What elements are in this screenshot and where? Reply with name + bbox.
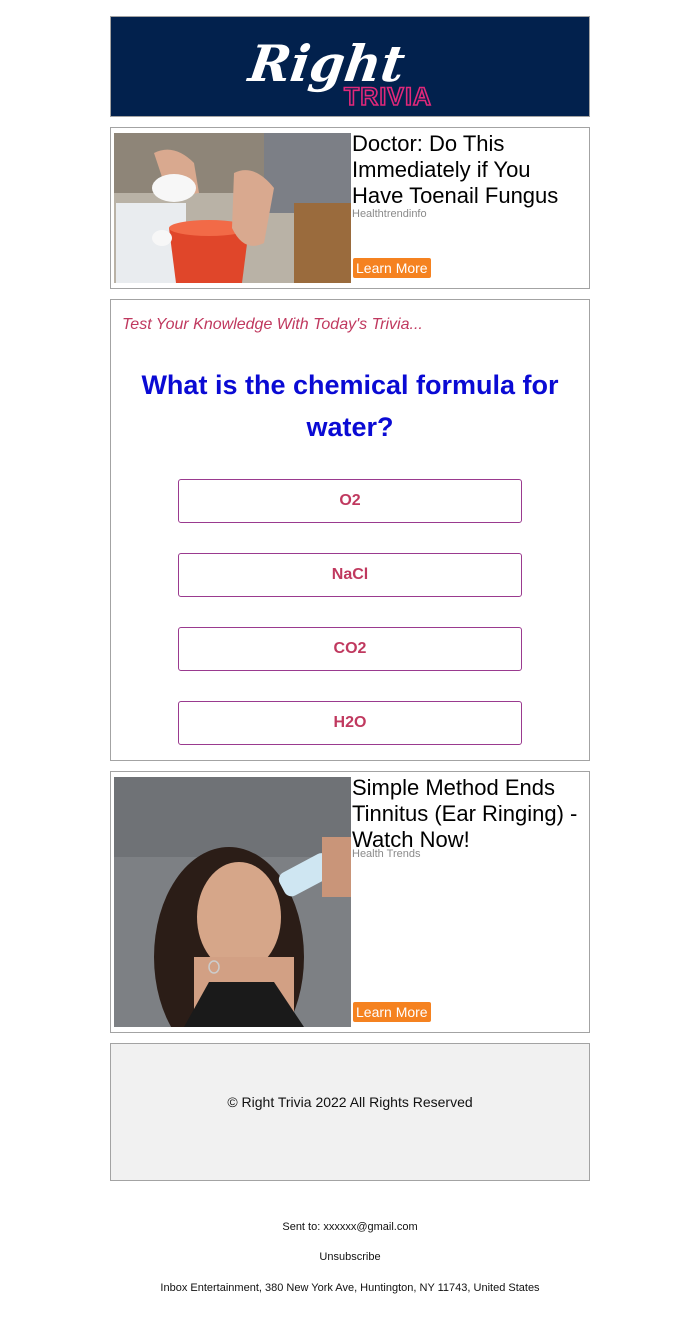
- ad-image-foot-soak[interactable]: [114, 133, 351, 283]
- sent-to-line: Sent to: xxxxxx@gmail.com: [282, 1221, 418, 1233]
- right-trivia-logo[interactable]: Right TRIVIA: [111, 17, 589, 116]
- learn-more-button[interactable]: Learn More: [353, 1002, 431, 1022]
- sponsored-ad-2[interactable]: Simple Method Ends Tinnitus (Ear Ringing…: [110, 771, 590, 1033]
- ad-source: Health Trends: [352, 848, 421, 860]
- unsubscribe-link[interactable]: Unsubscribe: [0, 1251, 700, 1263]
- answer-option-nacl[interactable]: NaCl: [178, 553, 522, 597]
- copyright-panel: © Right Trivia 2022 All Rights Reserved: [110, 1043, 590, 1181]
- sponsored-ad-1[interactable]: Doctor: Do This Immediately if You Have …: [110, 127, 590, 289]
- copyright-text: © Right Trivia 2022 All Rights Reserved: [227, 1094, 473, 1110]
- answer-option-h2o[interactable]: H2O: [178, 701, 522, 745]
- ad-image-tinnitus[interactable]: [114, 777, 351, 1027]
- answer-option-o2[interactable]: O2: [178, 479, 522, 523]
- logo-sub: TRIVIA: [344, 83, 432, 111]
- learn-more-button[interactable]: Learn More: [353, 258, 431, 278]
- company-address: Inbox Entertainment, 380 New York Ave, H…: [160, 1282, 540, 1294]
- ad-headline[interactable]: Doctor: Do This Immediately if You Have …: [352, 131, 587, 209]
- answer-option-co2[interactable]: CO2: [178, 627, 522, 671]
- trivia-card: Test Your Knowledge With Today's Trivia.…: [110, 299, 590, 761]
- trivia-kicker: Test Your Knowledge With Today's Trivia.…: [122, 316, 423, 333]
- ad-source: Healthtrendinfo: [352, 208, 427, 220]
- trivia-question: What is the chemical formula for water?: [141, 370, 559, 442]
- header-banner: Right TRIVIA: [110, 16, 590, 117]
- ad-headline[interactable]: Simple Method Ends Tinnitus (Ear Ringing…: [352, 775, 587, 853]
